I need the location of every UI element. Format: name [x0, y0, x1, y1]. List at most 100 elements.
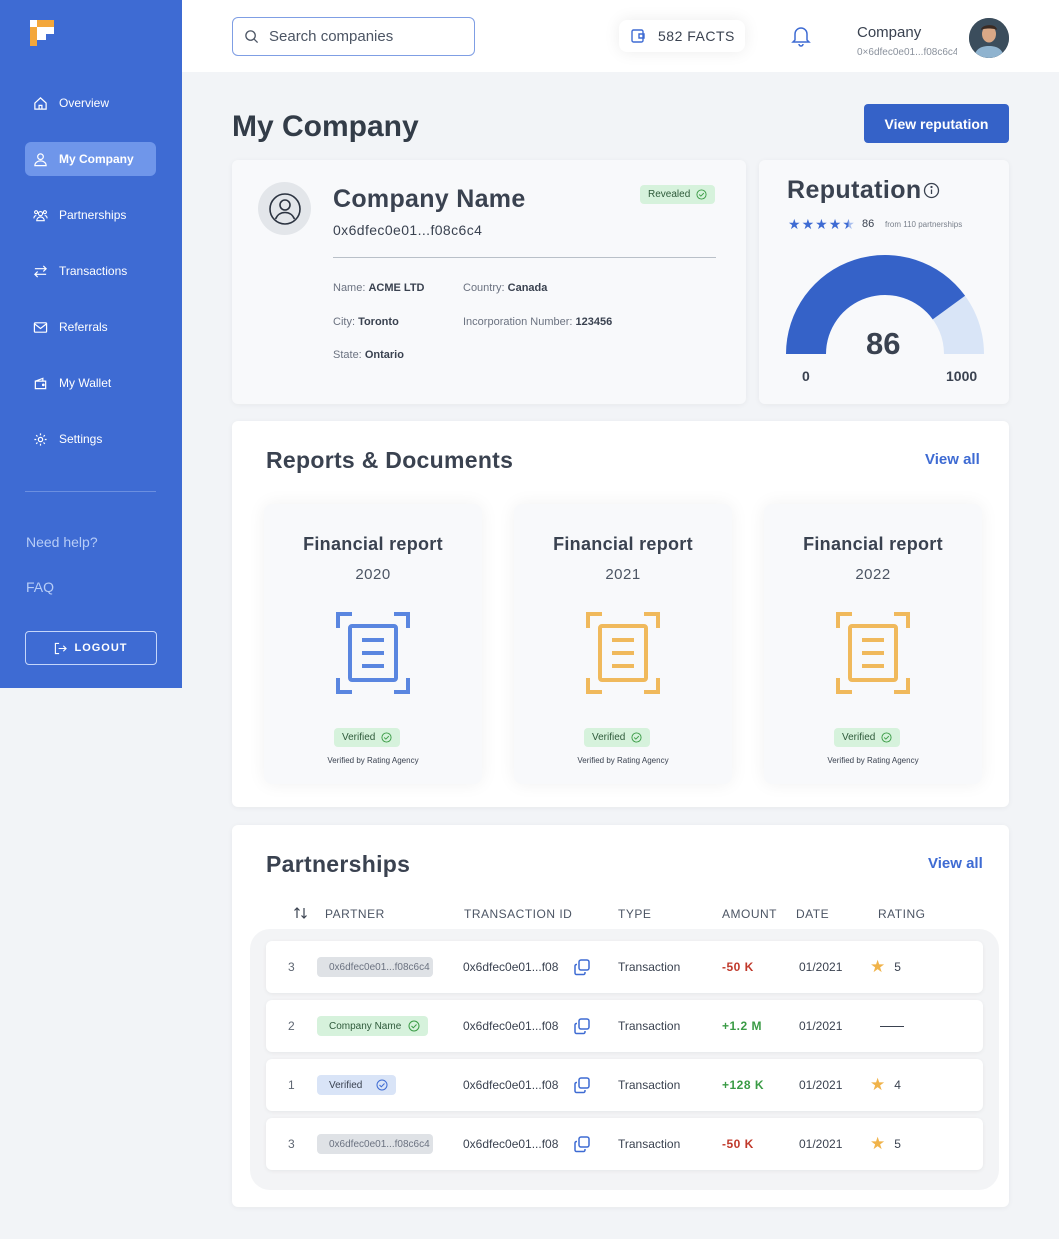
partnerships-title: Partnerships	[266, 851, 411, 877]
verified-by: Verified by Rating Agency	[827, 756, 919, 765]
nav-label: My Company	[59, 152, 134, 166]
partner-name[interactable]: Company Name	[317, 1016, 429, 1036]
verified-by: Verified by Rating Agency	[577, 756, 669, 765]
report-title: Financial report	[303, 534, 443, 554]
document-scan-icon	[336, 612, 410, 694]
need-help-link[interactable]: Need help?	[26, 534, 98, 550]
table-row[interactable]: 1 Verified 0x6dfec0e01...f08c6c4 Transac…	[266, 1059, 983, 1111]
date: 01/2021	[799, 1078, 843, 1092]
row-index: 3	[288, 1137, 295, 1151]
nav-label: Overview	[59, 96, 110, 110]
table-row[interactable]: 2 Company Name 0x6dfec0e01...f08c6c4 Tra…	[266, 1000, 983, 1052]
nav-label: My Wallet	[59, 376, 112, 390]
partner-address[interactable]: 0x6dfec0e01...f08c6c4	[317, 957, 433, 977]
field-label: City:	[333, 316, 355, 328]
copy-button[interactable]	[573, 941, 591, 993]
row-index: 2	[288, 1019, 295, 1033]
logout-button[interactable]: LOGOUT	[25, 631, 157, 665]
check-circle-icon	[881, 732, 892, 743]
amount: -50 K	[722, 1137, 754, 1151]
transaction-type: Transaction	[618, 1137, 681, 1151]
nav-my-company[interactable]: My Company	[25, 142, 156, 176]
reputation-title: Reputation	[787, 176, 922, 204]
facts-balance[interactable]: 582 FACTS	[619, 20, 745, 52]
star-icon: ★	[801, 216, 815, 232]
reports-title: Reports & Documents	[266, 447, 514, 473]
transaction-id: 0x6dfec0e01...f08c6c4	[463, 960, 559, 974]
nav-settings[interactable]: Settings	[25, 422, 156, 456]
column-header[interactable]: TYPE	[618, 907, 651, 921]
reputation-card: Reputation ★ ★ ★ ★ ★ 86 from 110 partnership…	[759, 160, 1009, 404]
report-tile[interactable]: Financial report 2021 Verified Verified …	[514, 504, 732, 784]
report-year: 2021	[605, 566, 641, 583]
star-rating: ★ ★ ★ ★ ★	[788, 216, 855, 233]
row-index: 1	[288, 1078, 295, 1092]
star-icon: ★	[815, 216, 828, 232]
copy-button[interactable]	[573, 1059, 591, 1111]
check-circle-icon	[376, 1079, 388, 1091]
column-header[interactable]: TRANSACTION ID	[464, 907, 572, 921]
field-label: Name:	[333, 282, 366, 294]
star-icon: ★	[828, 216, 842, 232]
partner-address[interactable]: 0x6dfec0e01...f08c6c4	[317, 1134, 433, 1154]
nav-partnerships[interactable]: Partnerships	[25, 198, 156, 232]
reports-card: Reports & Documents View all Financial r…	[232, 421, 1009, 807]
column-header[interactable]: AMOUNT	[722, 907, 777, 921]
table-row[interactable]: 3 0x6dfec0e01...f08c6c4 0x6dfec0e01...f0…	[266, 1118, 983, 1170]
reports-view-all-link[interactable]: View all	[925, 451, 980, 468]
search-box[interactable]	[232, 17, 475, 56]
divider	[333, 257, 716, 258]
nav-overview[interactable]: Overview	[25, 86, 156, 120]
copy-button[interactable]	[573, 1000, 591, 1052]
row-index: 3	[288, 960, 295, 974]
partner-label: Company Name	[329, 1020, 402, 1032]
field-value: Ontario	[364, 349, 404, 361]
nav-transactions[interactable]: Transactions	[25, 254, 156, 288]
bell-icon[interactable]	[791, 25, 811, 47]
copy-icon	[574, 959, 590, 976]
table-row[interactable]: 3 0x6dfec0e01...f08c6c4 0x6dfec0e01...f0…	[266, 941, 983, 993]
search-input[interactable]	[269, 28, 459, 45]
copy-icon	[574, 1018, 590, 1035]
amount: +128 K	[722, 1078, 765, 1092]
company-name: Company Name	[333, 185, 526, 213]
report-tile[interactable]: Financial report 2022 Verified Verified …	[764, 504, 982, 784]
report-title: Financial report	[553, 534, 693, 554]
page-title: My Company	[232, 110, 419, 143]
sort-icon[interactable]	[293, 906, 308, 920]
info-icon[interactable]	[923, 182, 940, 199]
faq-link[interactable]: FAQ	[26, 579, 54, 595]
rating-value: 5	[894, 960, 901, 974]
field-value: 123456	[575, 316, 613, 328]
wallet-icon	[34, 376, 47, 389]
star-icon: ★	[788, 216, 801, 232]
avatar[interactable]	[969, 18, 1009, 58]
column-header[interactable]: RATING	[878, 907, 925, 921]
badge-label: Verified	[592, 732, 626, 743]
gauge-min: 0	[802, 368, 810, 384]
transaction-id: 0x6dfec0e01...f08c6c4	[463, 1137, 559, 1151]
check-circle-icon	[631, 732, 642, 743]
view-reputation-button[interactable]: View reputation	[864, 104, 1009, 143]
column-header[interactable]: PARTNER	[325, 907, 385, 921]
rating: ★ 5	[870, 1118, 901, 1170]
nav-my-wallet[interactable]: My Wallet	[25, 366, 156, 400]
transaction-type: Transaction	[618, 1078, 681, 1092]
nav-referrals[interactable]: Referrals	[25, 310, 156, 344]
field-country: Country: Canada	[463, 282, 547, 294]
copy-button[interactable]	[573, 1118, 591, 1170]
copy-icon	[574, 1077, 590, 1094]
verified-badge: Verified	[834, 728, 901, 747]
report-tile[interactable]: Financial report 2020 Verified Verified …	[264, 504, 482, 784]
column-header[interactable]: DATE	[796, 907, 829, 921]
amount: -50 K	[722, 960, 754, 974]
reputation-from: from 110 partnerships	[885, 220, 963, 229]
user-circle-icon	[268, 192, 301, 225]
partnerships-view-all-link[interactable]: View all	[928, 855, 983, 872]
check-circle-icon	[408, 1020, 420, 1032]
partner-verified[interactable]: Verified	[317, 1075, 397, 1095]
star-half-icon: ★	[842, 216, 855, 232]
field-incorporation: Incorporation Number: 123456	[463, 316, 612, 328]
transaction-type: Transaction	[618, 960, 681, 974]
app-logo[interactable]	[28, 18, 56, 48]
